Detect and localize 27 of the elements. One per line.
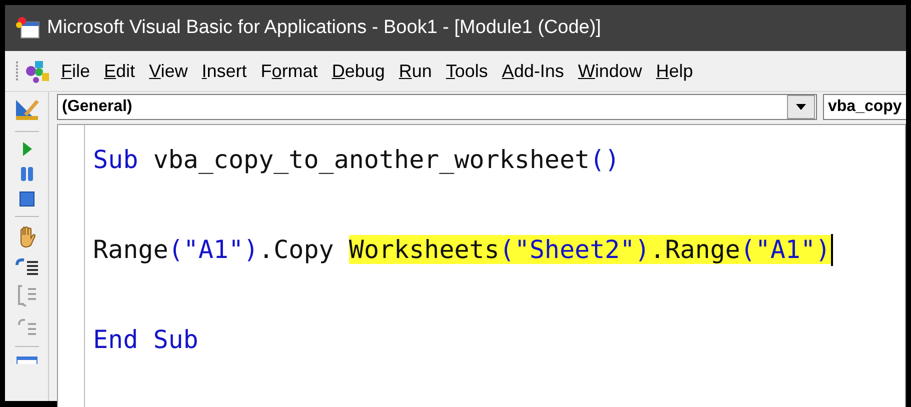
- procedure-dropdown[interactable]: vba_copy: [823, 94, 906, 120]
- dropdown-arrow-icon: [796, 104, 806, 110]
- code-line: Sub vba_copy_to_another_worksheet(): [93, 145, 620, 174]
- menu-item[interactable]: Insert: [198, 58, 251, 84]
- menu-item[interactable]: Add-Ins: [498, 58, 568, 84]
- menu-item[interactable]: Debug: [328, 58, 389, 84]
- menu-item[interactable]: Run: [394, 58, 436, 84]
- menu-item[interactable]: Window: [574, 58, 646, 84]
- menu-item[interactable]: Tools: [442, 58, 492, 84]
- shapes-icon[interactable]: [25, 58, 51, 84]
- menu-item[interactable]: File: [57, 58, 94, 84]
- grip-handle[interactable]: [15, 60, 19, 82]
- window-title: Microsoft Visual Basic for Applications - Book1 - [Module1 (Code)]: [47, 17, 602, 39]
- stop-icon[interactable]: [18, 191, 34, 207]
- menu-item[interactable]: Help: [652, 58, 698, 84]
- code-editor[interactable]: Sub vba_copy_to_another_worksheet() Range("A1").Copy Worksheets("Sheet2").Range("A1") End Sub: [57, 124, 906, 407]
- window-icon[interactable]: [16, 356, 38, 364]
- menu-item[interactable]: View: [145, 58, 192, 84]
- run-icon[interactable]: [20, 141, 32, 157]
- object-dropdown[interactable]: (General): [57, 94, 817, 120]
- app-icon: [15, 16, 41, 40]
- code-line: End Sub: [93, 325, 198, 354]
- pause-icon[interactable]: [20, 166, 34, 182]
- menu-item[interactable]: Edit: [100, 58, 140, 84]
- code-line: Range("A1").Copy Worksheets("Sheet2").Range("A1"): [93, 235, 831, 264]
- menu-item[interactable]: Format: [256, 58, 322, 84]
- indent-icon[interactable]: [14, 257, 38, 275]
